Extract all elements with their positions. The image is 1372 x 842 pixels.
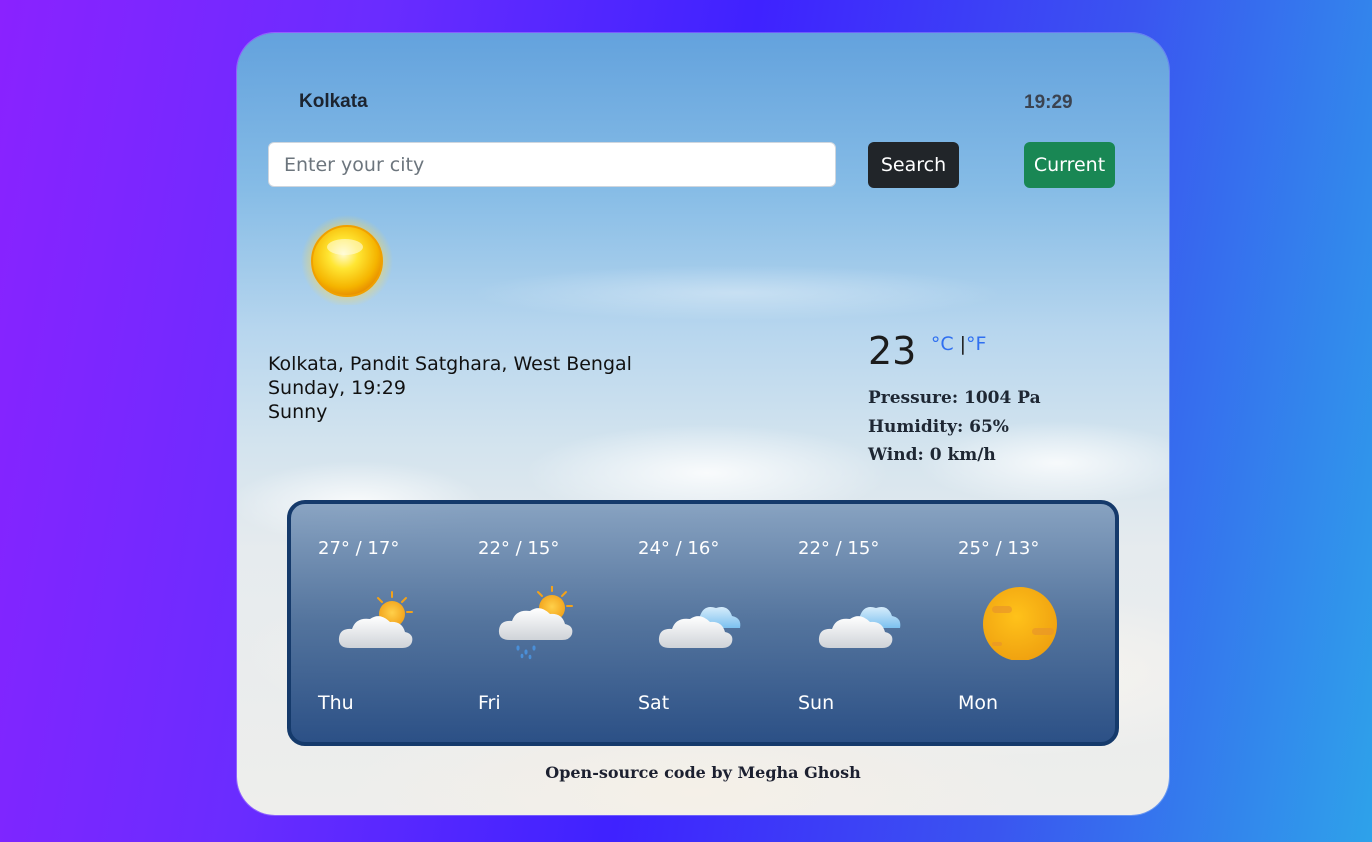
forecast-day: 25° / 13° Mon bbox=[931, 504, 1071, 744]
humidity-stat: Humidity: 65% bbox=[868, 416, 1009, 437]
celsius-toggle[interactable]: °C bbox=[931, 333, 954, 355]
forecast-day-label: Sat bbox=[638, 692, 670, 714]
current-location-block: Kolkata, Pandit Satghara, West Bengal Su… bbox=[268, 352, 632, 424]
forecast-panel: 27° / 17° Thu 22° / 15° Fri 24° / 16° Sa… bbox=[287, 500, 1119, 746]
weather-stats: Pressure: 1004 Pa Humidity: 65% Wind: 0 … bbox=[868, 387, 1041, 473]
header-city: Kolkata bbox=[299, 91, 368, 112]
forecast-temp: 27° / 17° bbox=[318, 538, 400, 559]
weather-card: Kolkata 19:29 Search Current Kolkata, Pa… bbox=[237, 33, 1169, 815]
rain-sun-cloud-icon bbox=[498, 586, 573, 660]
search-button[interactable]: Search bbox=[868, 142, 959, 188]
pressure-stat: Pressure: 1004 Pa bbox=[868, 388, 1041, 408]
forecast-day-label: Sun bbox=[798, 692, 835, 714]
weather-condition: Sunny bbox=[268, 401, 328, 423]
unit-toggle: °C |°F bbox=[931, 333, 987, 355]
footer-credit: Open-source code by Megha Ghosh bbox=[545, 763, 861, 782]
cloudy-icon bbox=[818, 607, 901, 648]
forecast-day: 24° / 16° Sat bbox=[611, 504, 751, 744]
forecast-temp: 25° / 13° bbox=[958, 538, 1040, 559]
forecast-day: 22° / 15° Fri bbox=[451, 504, 591, 744]
forecast-day: 22° / 15° Sun bbox=[771, 504, 911, 744]
city-search-input[interactable] bbox=[268, 142, 836, 187]
forecast-day-label: Fri bbox=[478, 692, 501, 714]
forecast-day-label: Thu bbox=[318, 692, 354, 714]
temperature-value: 23 bbox=[868, 329, 917, 373]
temperature-block: 23 °C |°F bbox=[868, 329, 986, 373]
fahrenheit-toggle[interactable]: °F bbox=[966, 333, 986, 355]
forecast-temp: 24° / 16° bbox=[638, 538, 720, 559]
sun-icon bbox=[301, 215, 393, 305]
location-name: Kolkata, Pandit Satghara, West Bengal bbox=[268, 353, 632, 375]
wind-stat: Wind: 0 km/h bbox=[868, 445, 996, 465]
forecast-day-label: Mon bbox=[958, 692, 999, 714]
forecast-temp: 22° / 15° bbox=[478, 538, 560, 559]
partly-cloudy-icon bbox=[338, 591, 413, 648]
hazy-sun-icon bbox=[983, 587, 1057, 660]
forecast-temp: 22° / 15° bbox=[798, 538, 880, 559]
current-datetime: Sunday, 19:29 bbox=[268, 377, 406, 399]
current-location-button[interactable]: Current bbox=[1024, 142, 1115, 188]
forecast-day: 27° / 17° Thu bbox=[291, 504, 431, 744]
cloudy-icon bbox=[658, 607, 741, 648]
header-clock: 19:29 bbox=[1024, 92, 1073, 113]
